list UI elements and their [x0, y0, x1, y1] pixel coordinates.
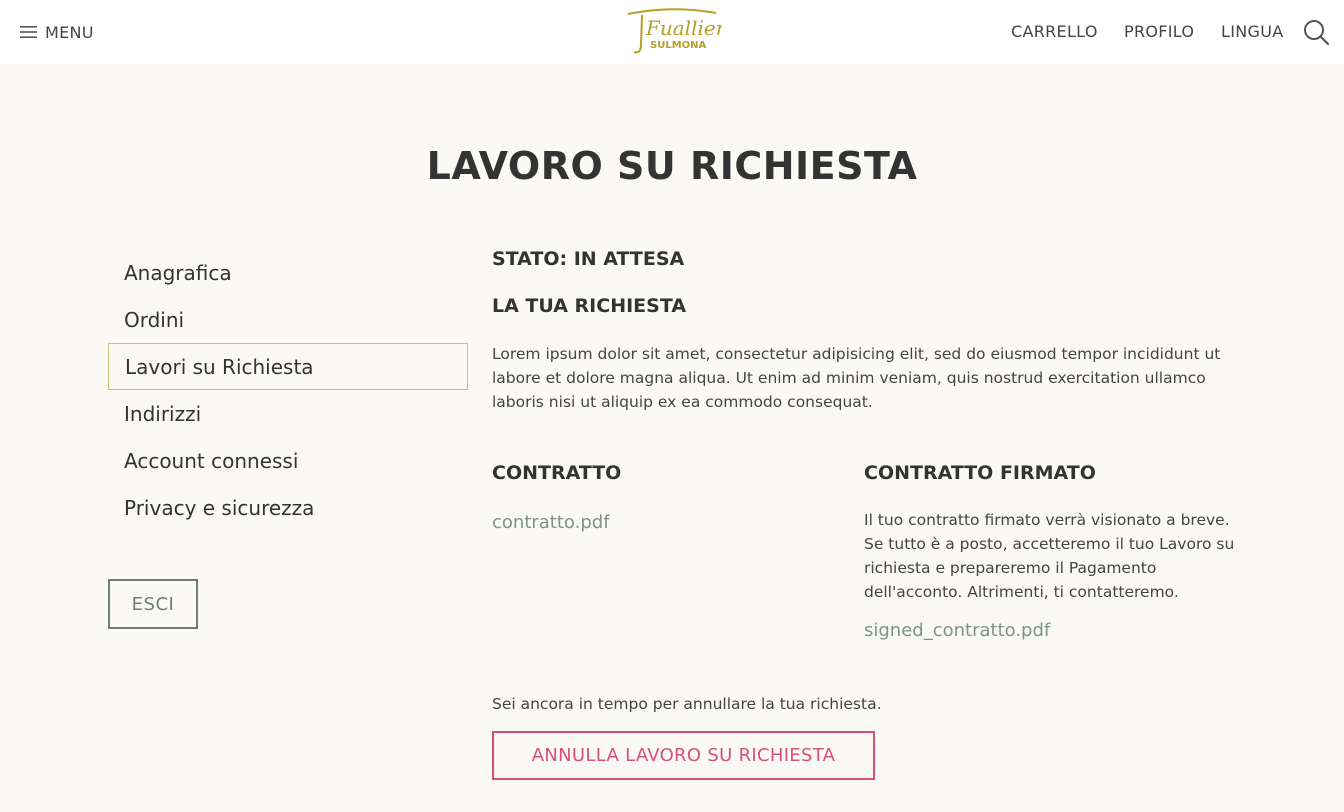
contract-file-link[interactable]: contratto.pdf — [492, 512, 610, 533]
page-title: LAVORO SU RICHIESTA — [426, 144, 918, 188]
nav-language-link[interactable]: LINGUA — [1221, 22, 1283, 41]
top-header: MENU Fuallieri SULMONA CARRELLO PROFILO … — [0, 0, 1344, 64]
nav-profile-link[interactable]: PROFILO — [1124, 22, 1194, 41]
menu-button[interactable]: MENU — [20, 20, 94, 44]
signed-contract-file-link[interactable]: signed_contratto.pdf — [864, 620, 1050, 641]
sidebar-item-privacy[interactable]: Privacy e sicurezza — [108, 484, 468, 531]
sidebar-item-anagrafica[interactable]: Anagrafica — [108, 249, 468, 296]
sidebar-item-account-connessi[interactable]: Account connessi — [108, 437, 468, 484]
cancel-request-button[interactable]: ANNULLA LAVORO SU RICHIESTA — [492, 731, 875, 780]
brand-name: Fuallieri — [645, 16, 722, 40]
sidebar-item-ordini[interactable]: Ordini — [108, 296, 468, 343]
cancel-note: Sei ancora in tempo per annullare la tua… — [492, 695, 882, 713]
search-icon[interactable] — [1302, 18, 1330, 46]
contract-heading: CONTRATTO — [492, 462, 622, 484]
sidebar-item-indirizzi[interactable]: Indirizzi — [108, 390, 468, 437]
brand-logo[interactable]: Fuallieri SULMONA — [622, 6, 722, 58]
request-description: Lorem ipsum dolor sit amet, consectetur … — [492, 345, 1221, 411]
signed-contract-heading: CONTRATTO FIRMATO — [864, 462, 1096, 484]
nav-cart-link[interactable]: CARRELLO — [1011, 22, 1098, 41]
brand-city: SULMONA — [650, 40, 707, 51]
sidebar-item-lavori-su-richiesta[interactable]: Lavori su Richiesta — [108, 343, 468, 390]
hamburger-icon — [20, 26, 37, 38]
menu-label: MENU — [45, 22, 94, 42]
logout-button[interactable]: ESCI — [108, 579, 198, 629]
status-heading: STATO: IN ATTESA — [492, 248, 685, 270]
signed-contract-description: Il tuo contratto firmato verrà visionato… — [864, 511, 1235, 601]
request-heading: LA TUA RICHIESTA — [492, 295, 687, 317]
